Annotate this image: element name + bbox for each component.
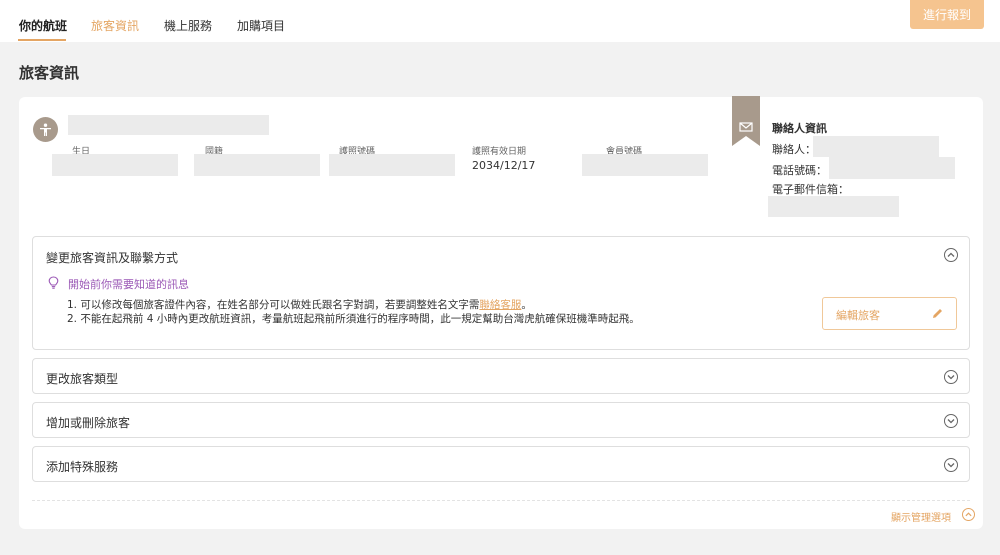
notice-line-1: 1. 可以修改每個旅客證件內容，在姓名部分可以做姓氏跟名字對調，若要調整姓名文字…: [67, 297, 532, 312]
tab-add-ons[interactable]: 加購項目: [237, 17, 285, 34]
notice-line-2: 2. 不能在起飛前 4 小時內更改航班資訊，考量航班起飛前所須進行的程序時間，此…: [67, 313, 640, 325]
tab-inflight-services[interactable]: 機上服務: [164, 17, 212, 34]
contact-phone-redacted: [829, 157, 955, 179]
show-manage-options-link[interactable]: 顯示管理選項: [891, 509, 951, 524]
edit-passenger-label: 編輯旅客: [836, 309, 880, 322]
panel-special-service-title: 添加特殊服務: [46, 460, 119, 474]
notice-title: 開始前你需要知道的訊息: [68, 278, 189, 291]
contact-name-label: 聯絡人：: [772, 143, 816, 156]
chevron-down-icon[interactable]: [944, 414, 958, 428]
panel-special-service[interactable]: 添加特殊服務: [32, 446, 970, 482]
notice-line-1-text: 1. 可以修改每個旅客證件內容，在姓名部分可以做姓氏跟名字對調，若要調整姓名文字…: [67, 299, 480, 311]
contact-email-label: 電子郵件信箱：: [772, 183, 849, 196]
chevron-up-icon[interactable]: [962, 508, 975, 521]
member-number-redacted: [582, 154, 708, 176]
birthday-value-redacted: [52, 154, 178, 176]
contact-email-redacted: [768, 196, 899, 217]
page-title: 旅客資訊: [19, 64, 80, 82]
edit-passenger-button[interactable]: 編輯旅客: [822, 297, 957, 330]
panel-add-remove[interactable]: 增加或刪除旅客: [32, 402, 970, 438]
panel-change-type[interactable]: 更改旅客類型: [32, 358, 970, 394]
active-tab-indicator: [18, 39, 66, 41]
panel-change-type-title: 更改旅客類型: [46, 372, 119, 386]
top-nav: 你的航班 旅客資訊 機上服務 加購項目 進行報到: [0, 0, 1000, 42]
panel-change-info-title[interactable]: 變更旅客資訊及聯繫方式: [46, 249, 178, 266]
panel-change-info: 變更旅客資訊及聯繫方式: [32, 236, 970, 350]
panel-add-remove-title: 增加或刪除旅客: [46, 416, 131, 430]
chevron-down-icon[interactable]: [944, 370, 958, 384]
pencil-icon: [931, 307, 944, 323]
contact-title: 聯絡人資訊: [772, 122, 827, 135]
nationality-value-redacted: [194, 154, 320, 176]
lightbulb-icon: [48, 276, 59, 292]
contact-name-redacted: [813, 136, 939, 157]
passport-expiry-label: 護照有效日期: [472, 147, 527, 157]
passport-number-redacted: [329, 154, 455, 176]
passport-expiry-value: 2034/12/17: [472, 159, 536, 172]
contact-phone-label: 電話號碼：: [772, 164, 827, 177]
passenger-avatar-icon: [33, 117, 58, 142]
notice-line-1-end: 。: [521, 299, 532, 311]
tab-passenger-info[interactable]: 旅客資訊: [91, 17, 139, 34]
passenger-name-redacted: [68, 115, 269, 135]
checkin-button[interactable]: 進行報到: [910, 0, 984, 29]
chevron-up-icon[interactable]: [944, 248, 958, 262]
contact-support-link[interactable]: 聯絡客服: [479, 299, 521, 311]
tab-your-flight[interactable]: 你的航班: [19, 17, 67, 34]
chevron-down-icon[interactable]: [944, 458, 958, 472]
divider: [32, 500, 970, 501]
mail-icon: [732, 96, 760, 146]
